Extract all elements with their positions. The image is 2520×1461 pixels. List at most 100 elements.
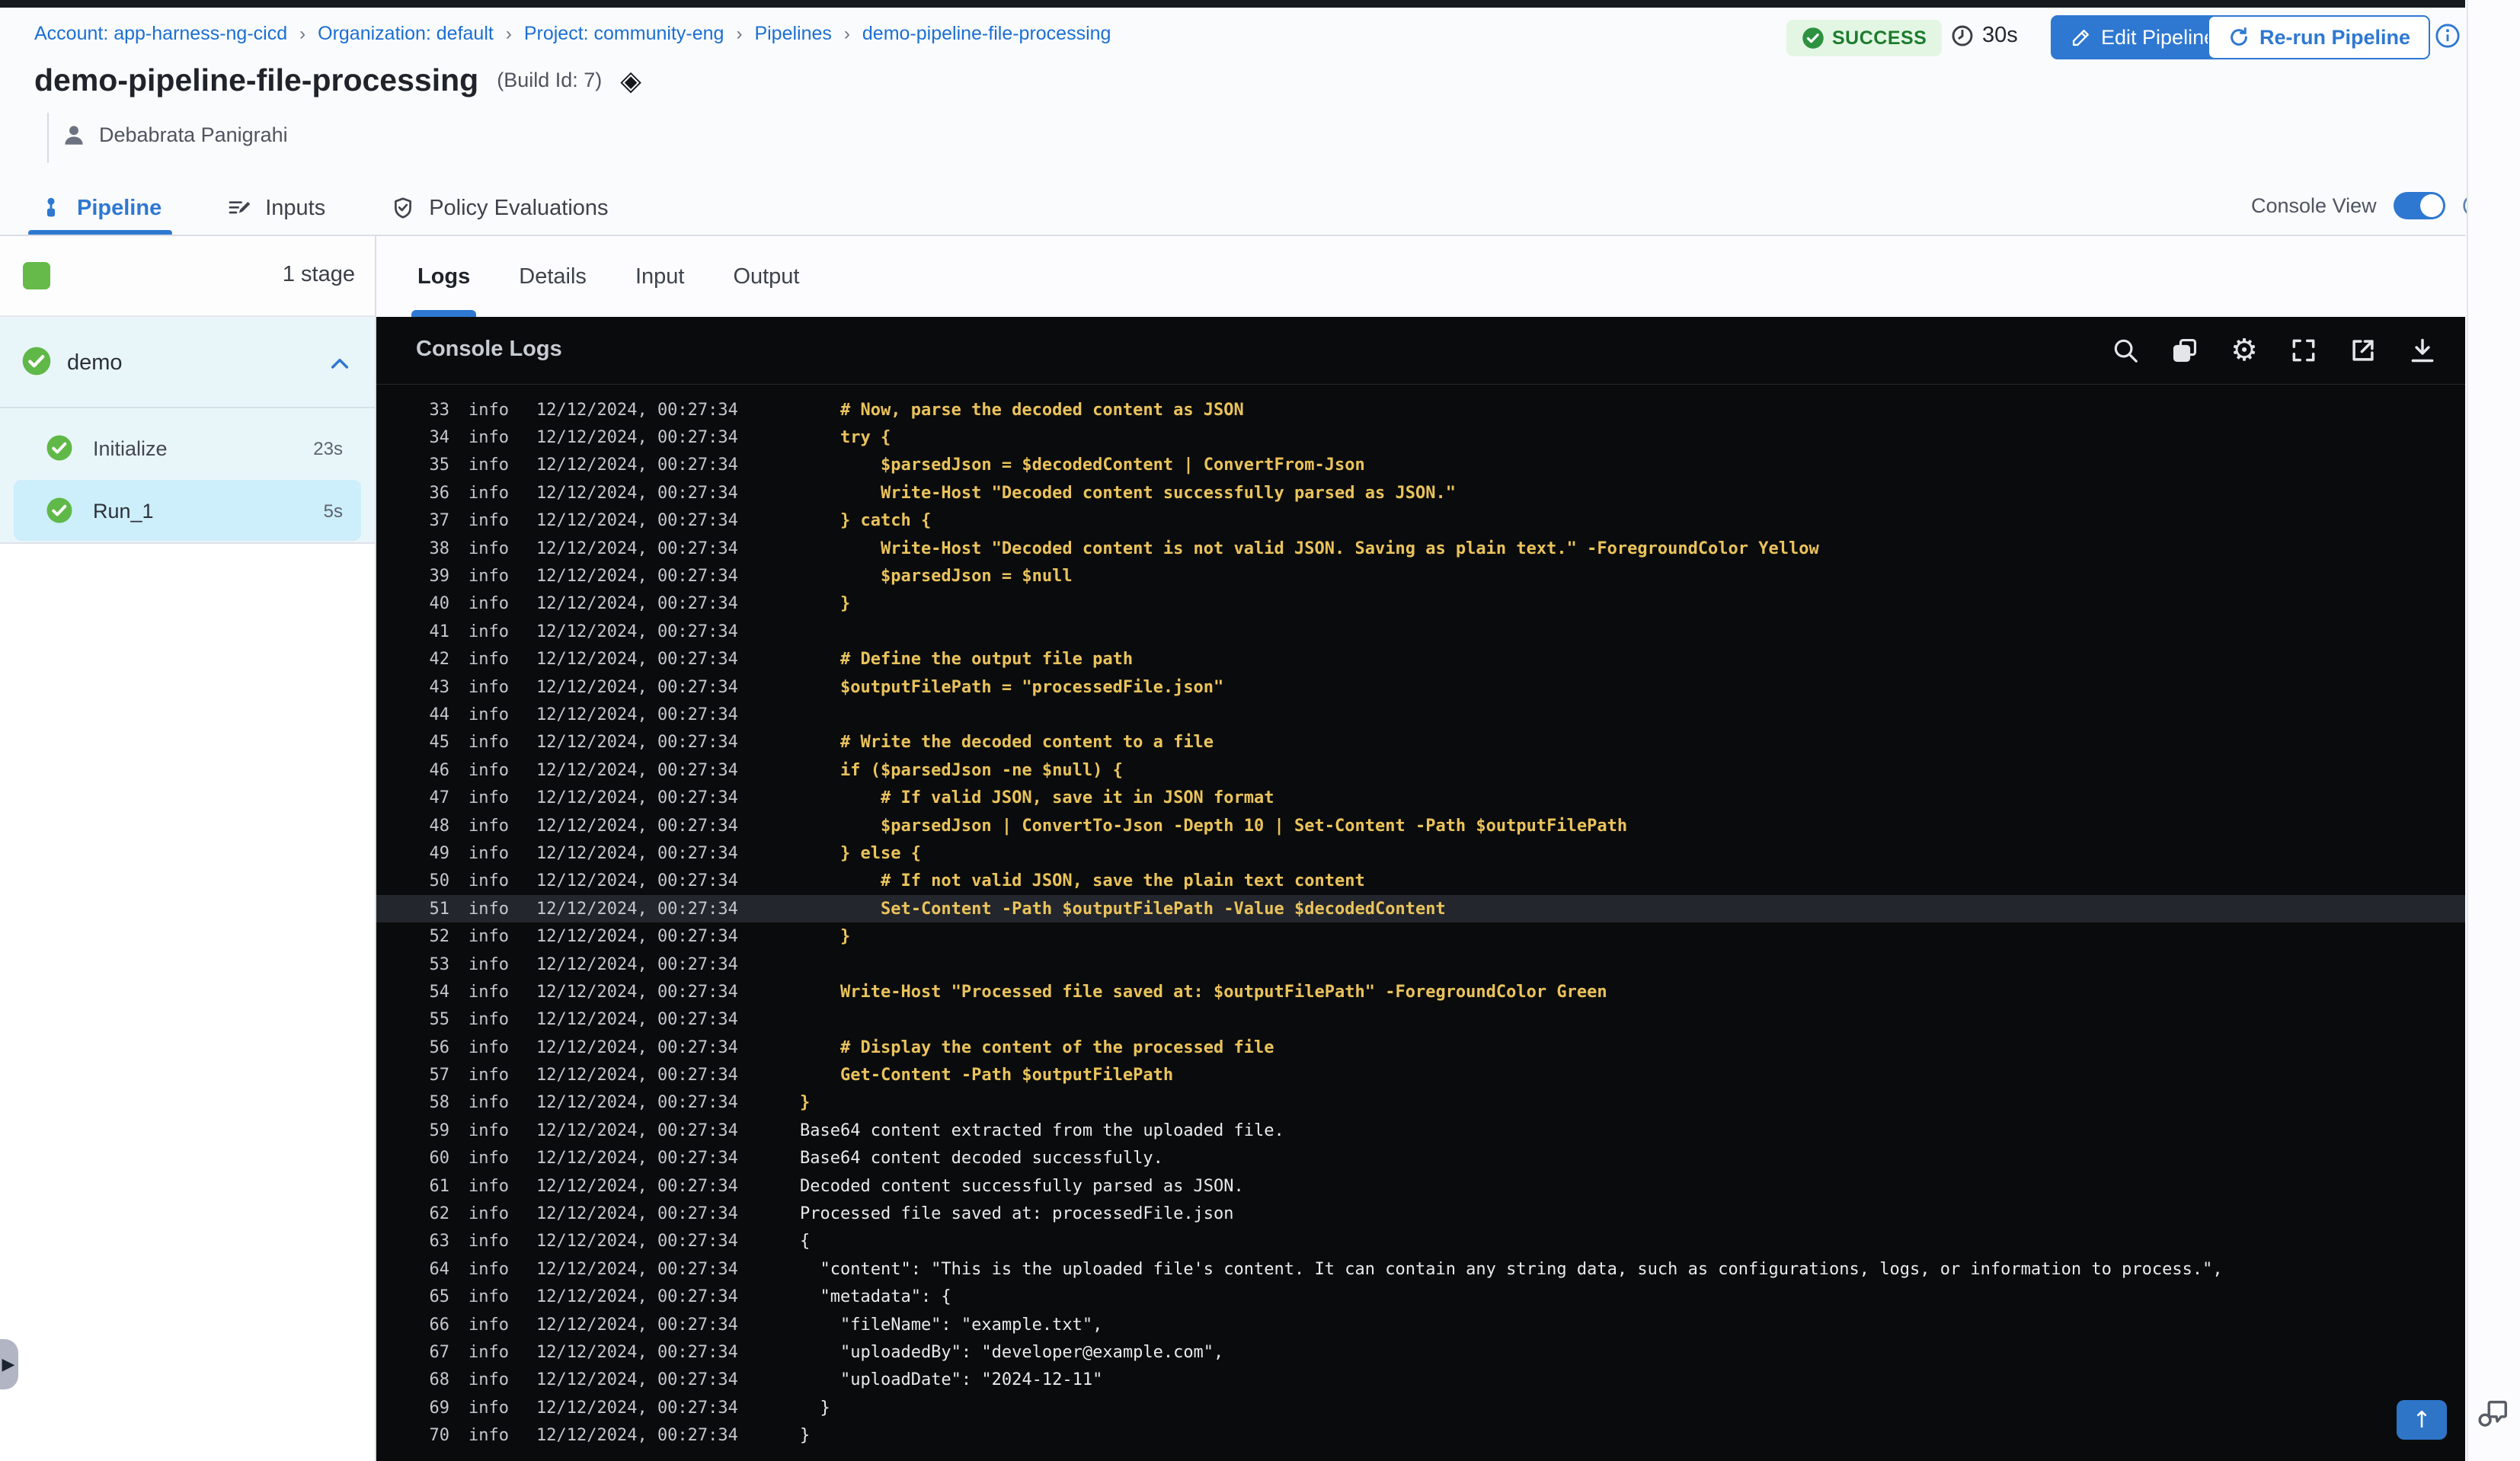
- log-line-number: 63: [429, 1232, 450, 1252]
- log-line-number: 39: [429, 567, 450, 587]
- detail-tab-logs[interactable]: Logs: [411, 236, 477, 317]
- pipeline-info-icon[interactable]: [2435, 23, 2461, 49]
- support-chat-icon[interactable]: [2476, 1395, 2511, 1431]
- settings-icon[interactable]: ⚙: [2227, 334, 2261, 367]
- log-level: info: [469, 1204, 509, 1224]
- step-success-icon: [46, 497, 73, 524]
- log-level: info: [469, 899, 509, 919]
- log-line-number: 35: [429, 456, 450, 475]
- log-line-number: 70: [429, 1426, 450, 1446]
- log-row: 55 info 12/12/2024, 00:27:34: [376, 1006, 2465, 1034]
- log-line-number: 37: [429, 511, 450, 531]
- author-row: Debabrata Panigrahi: [61, 122, 288, 148]
- tab-inputs[interactable]: Inputs: [222, 183, 330, 233]
- log-line-number: 60: [429, 1149, 450, 1168]
- log-text: $parsedJson = $null: [800, 567, 1073, 587]
- log-row: 57 info 12/12/2024, 00:27:34 Get-Content…: [376, 1061, 2465, 1089]
- log-timestamp: 12/12/2024, 00:27:34: [536, 1093, 738, 1113]
- log-line-number: 61: [429, 1176, 450, 1196]
- log-level: info: [469, 843, 509, 863]
- log-row: 59 info 12/12/2024, 00:27:34 Base64 cont…: [376, 1117, 2465, 1144]
- step-name: Run_1: [93, 500, 154, 523]
- log-row: 54 info 12/12/2024, 00:27:34 Write-Host …: [376, 978, 2465, 1005]
- copy-icon[interactable]: [2168, 334, 2202, 367]
- log-level: info: [469, 982, 509, 1002]
- log-timestamp: 12/12/2024, 00:27:34: [536, 511, 738, 531]
- log-row: 52 info 12/12/2024, 00:27:34 }: [376, 922, 2465, 950]
- fullscreen-icon[interactable]: [2287, 334, 2320, 367]
- log-level: info: [469, 456, 509, 475]
- detail-tab-input[interactable]: Input: [635, 236, 685, 317]
- step-row-initialize[interactable]: Initialize 23s: [14, 417, 361, 478]
- log-timestamp: 12/12/2024, 00:27:34: [536, 428, 738, 448]
- scroll-to-top-button[interactable]: ↑: [2397, 1400, 2447, 1440]
- stage-count: 1 stage: [282, 262, 355, 286]
- breadcrumb-separator: ›: [505, 23, 512, 44]
- breadcrumb-link[interactable]: Pipelines: [754, 23, 831, 45]
- step-row-run_1[interactable]: Run_1 5s: [14, 480, 361, 541]
- log-row: 68 info 12/12/2024, 00:27:34 "uploadDate…: [376, 1367, 2465, 1394]
- log-level: info: [469, 1398, 509, 1418]
- console-log-body[interactable]: 33 info 12/12/2024, 00:27:34 # Now, pars…: [376, 385, 2465, 1461]
- console-view-toggle[interactable]: [2393, 192, 2445, 219]
- log-row: 46 info 12/12/2024, 00:27:34 if ($parsed…: [376, 756, 2465, 784]
- log-row: 69 info 12/12/2024, 00:27:34 }: [376, 1394, 2465, 1421]
- console-panel: Console Logs ⚙ 33 info 12/12/2024, 00:27…: [376, 317, 2465, 1461]
- log-row: 66 info 12/12/2024, 00:27:34 "fileName":…: [376, 1311, 2465, 1338]
- step-name: Initialize: [93, 437, 168, 460]
- play-triangle-icon: ▶: [2, 1354, 15, 1373]
- tab-policy-evaluations[interactable]: Policy Evaluations: [386, 183, 612, 233]
- page-title: demo-pipeline-file-processing: [34, 62, 479, 98]
- stage-row-demo[interactable]: demo: [0, 317, 375, 407]
- log-row: 60 info 12/12/2024, 00:27:34 Base64 cont…: [376, 1145, 2465, 1172]
- breadcrumb-link[interactable]: demo-pipeline-file-processing: [862, 23, 1111, 45]
- log-level: info: [469, 511, 509, 531]
- clock-icon: [1950, 24, 1975, 48]
- breadcrumb-link[interactable]: Organization: default: [318, 23, 494, 45]
- log-timestamp: 12/12/2024, 00:27:34: [536, 1426, 738, 1446]
- pipeline-icon: [39, 196, 63, 220]
- log-line-number: 40: [429, 594, 450, 614]
- log-level: info: [469, 760, 509, 780]
- breadcrumb-link[interactable]: Project: community-eng: [524, 23, 724, 45]
- log-level: info: [469, 871, 509, 891]
- download-icon[interactable]: [2406, 334, 2439, 367]
- open-new-icon[interactable]: [2346, 334, 2380, 367]
- log-text: Write-Host "Decoded content is not valid…: [800, 539, 1819, 558]
- log-level: info: [469, 705, 509, 724]
- log-row: 58 info 12/12/2024, 00:27:34 }: [376, 1089, 2465, 1117]
- breadcrumb-link[interactable]: Account: app-harness-ng-cicd: [34, 23, 287, 45]
- log-text: # Write the decoded content to a file: [800, 733, 1214, 753]
- breadcrumb-separator: ›: [843, 23, 850, 44]
- detail-tab-details[interactable]: Details: [519, 236, 587, 317]
- tab-label: Inputs: [265, 195, 326, 220]
- log-level: info: [469, 567, 509, 587]
- log-line-number: 49: [429, 843, 450, 863]
- log-timestamp: 12/12/2024, 00:27:34: [536, 677, 738, 697]
- log-text: "metadata": {: [800, 1287, 951, 1307]
- log-level: info: [469, 1010, 509, 1030]
- log-row: 37 info 12/12/2024, 00:27:34 } catch {: [376, 507, 2465, 535]
- inputs-icon: [227, 196, 251, 220]
- log-level: info: [469, 677, 509, 697]
- stage-accordion: demo Initialize 23s Run_1 5s: [0, 317, 375, 544]
- search-icon[interactable]: [2109, 334, 2142, 367]
- log-text: {: [800, 1232, 811, 1252]
- log-timestamp: 12/12/2024, 00:27:34: [536, 1259, 738, 1279]
- rerun-pipeline-button[interactable]: Re-run Pipeline: [2208, 15, 2431, 59]
- log-timestamp: 12/12/2024, 00:27:34: [536, 1398, 738, 1418]
- log-timestamp: 12/12/2024, 00:27:34: [536, 899, 738, 919]
- chevron-up-icon[interactable]: [328, 352, 352, 376]
- detail-tab-output[interactable]: Output: [733, 236, 799, 317]
- author-connector-line: [47, 113, 49, 163]
- log-level: info: [469, 400, 509, 420]
- log-line-number: 50: [429, 871, 450, 891]
- log-row: 61 info 12/12/2024, 00:27:34 Decoded con…: [376, 1172, 2465, 1200]
- log-row: 44 info 12/12/2024, 00:27:34: [376, 701, 2465, 728]
- tab-pipeline[interactable]: Pipeline: [27, 183, 173, 236]
- log-row: 48 info 12/12/2024, 00:27:34 $parsedJson…: [376, 812, 2465, 839]
- log-row: 45 info 12/12/2024, 00:27:34 # Write the…: [376, 729, 2465, 756]
- log-level: info: [469, 1066, 509, 1085]
- sidebar-expand-handle[interactable]: ▶: [0, 1339, 18, 1389]
- log-line-number: 33: [429, 400, 450, 420]
